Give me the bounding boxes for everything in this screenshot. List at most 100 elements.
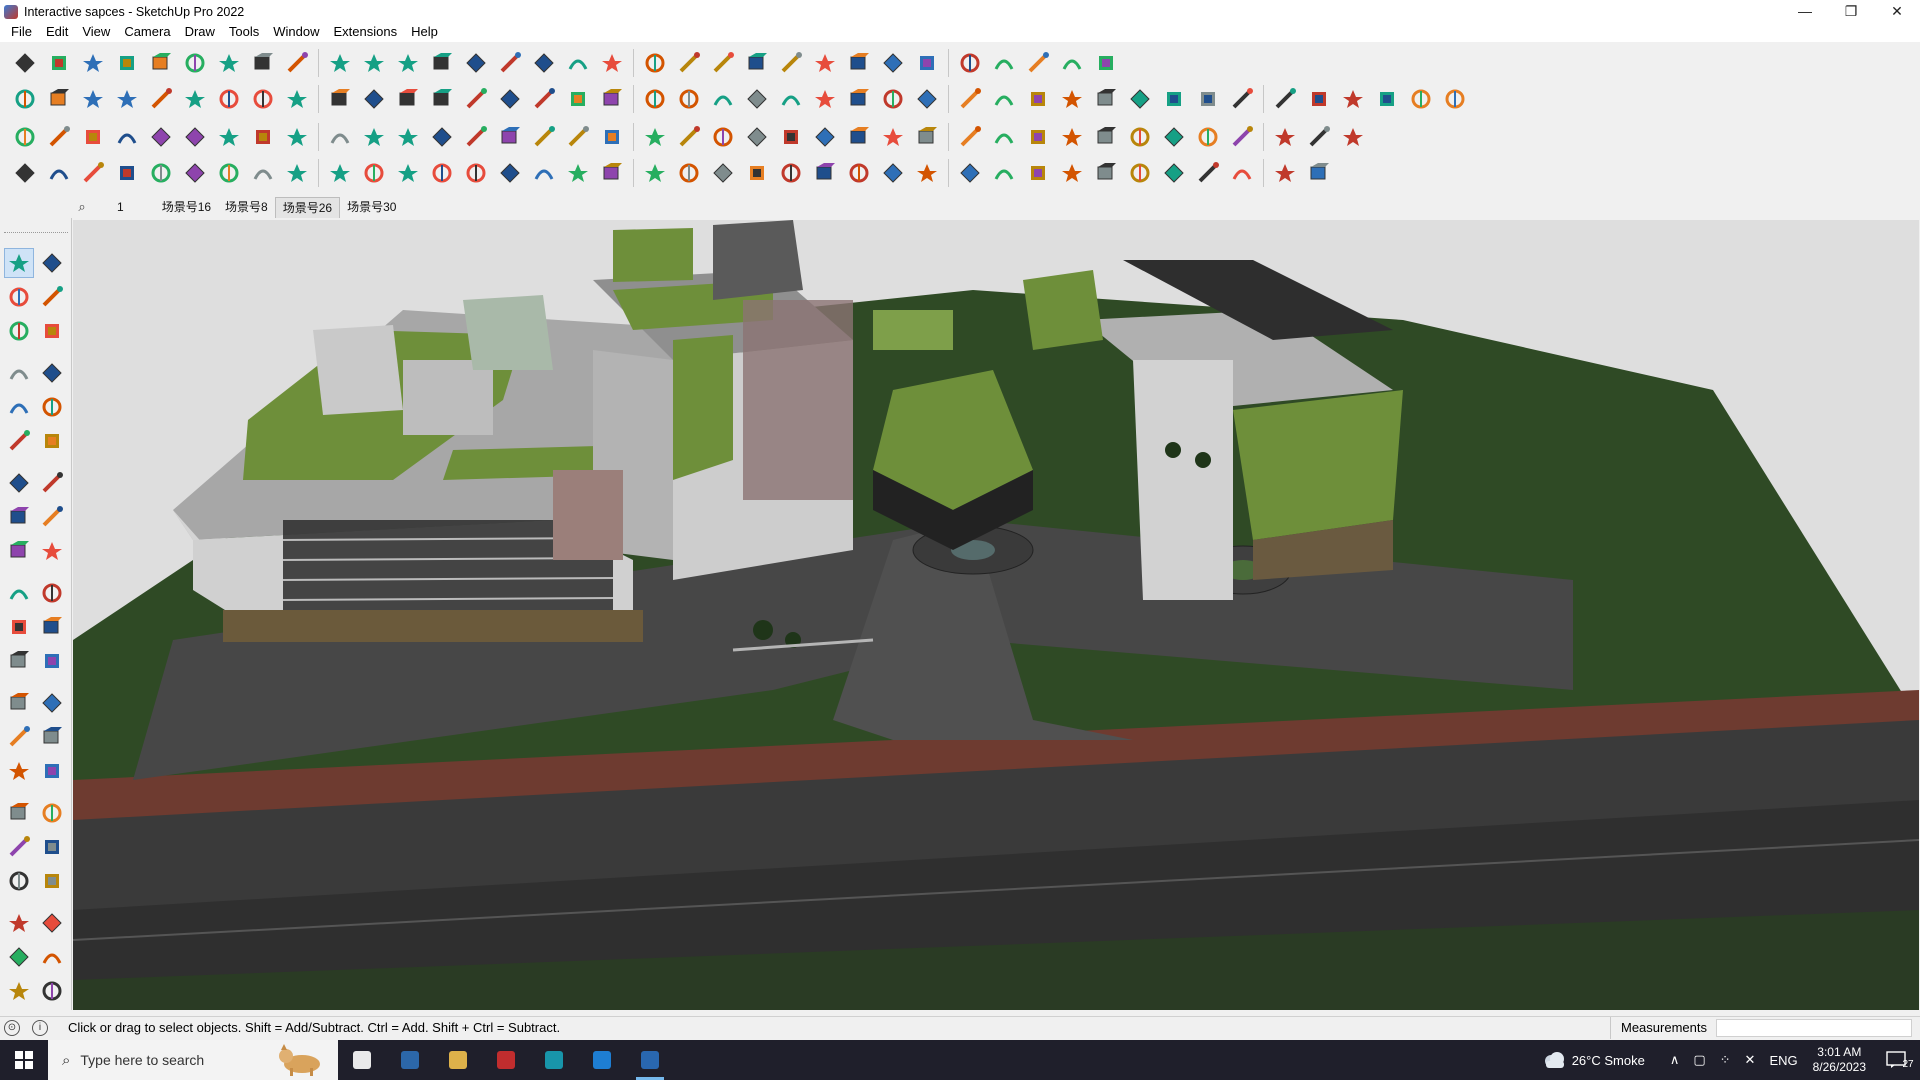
arch-icon[interactable] bbox=[495, 158, 525, 188]
leaf2-icon[interactable] bbox=[674, 158, 704, 188]
zoom-window-icon[interactable] bbox=[563, 48, 593, 78]
component-icon[interactable] bbox=[742, 48, 772, 78]
sphere-icon[interactable] bbox=[78, 84, 108, 114]
3d-text-icon[interactable] bbox=[37, 722, 67, 752]
weather-widget[interactable]: 26°C Smoke bbox=[1542, 1051, 1645, 1069]
curve2-icon[interactable] bbox=[461, 122, 491, 152]
menu-file[interactable]: File bbox=[4, 22, 39, 42]
crosshair-icon[interactable] bbox=[810, 122, 840, 152]
stairs2-icon[interactable] bbox=[742, 158, 772, 188]
cross-green-icon[interactable] bbox=[529, 122, 559, 152]
cylinder-icon[interactable] bbox=[44, 84, 74, 114]
ring-icon[interactable] bbox=[112, 158, 142, 188]
import-icon[interactable] bbox=[810, 48, 840, 78]
bend-icon[interactable] bbox=[214, 158, 244, 188]
pan-icon[interactable] bbox=[529, 48, 559, 78]
ruler-icon[interactable] bbox=[776, 84, 806, 114]
stairs4-icon[interactable] bbox=[844, 158, 874, 188]
door-icon[interactable] bbox=[495, 84, 525, 114]
tape-measure-icon[interactable] bbox=[4, 646, 34, 676]
mirror-icon[interactable] bbox=[989, 48, 1019, 78]
stairs3-icon[interactable] bbox=[810, 158, 840, 188]
window-icon[interactable] bbox=[461, 84, 491, 114]
box-icon[interactable] bbox=[10, 84, 40, 114]
pan-icon[interactable] bbox=[37, 756, 67, 786]
beam-icon[interactable] bbox=[461, 158, 491, 188]
corner-icon[interactable] bbox=[427, 122, 457, 152]
sandbox-icon[interactable] bbox=[4, 976, 34, 1006]
shape2-icon[interactable] bbox=[844, 84, 874, 114]
menu-window[interactable]: Window bbox=[266, 22, 326, 42]
close-button[interactable]: ✕ bbox=[1874, 0, 1920, 22]
three-point-arc-icon[interactable] bbox=[37, 502, 67, 532]
plane-blue2-icon[interactable] bbox=[44, 122, 74, 152]
cup-icon[interactable] bbox=[1372, 84, 1402, 114]
house3-icon[interactable] bbox=[640, 84, 670, 114]
leaf-icon[interactable] bbox=[742, 84, 772, 114]
section-plane-icon[interactable] bbox=[37, 908, 67, 938]
notification-button[interactable]: 27 bbox=[1880, 1051, 1920, 1070]
axes-icon[interactable] bbox=[4, 722, 34, 752]
plant-icon[interactable] bbox=[708, 158, 738, 188]
select-arrow-icon[interactable] bbox=[4, 248, 34, 278]
polygon-icon[interactable] bbox=[37, 426, 67, 456]
start-button[interactable] bbox=[0, 1040, 48, 1080]
path-icon[interactable] bbox=[10, 158, 40, 188]
eraser-icon[interactable] bbox=[78, 48, 108, 78]
plane-yellow-icon[interactable] bbox=[78, 122, 108, 152]
wall-icon[interactable] bbox=[427, 84, 457, 114]
rafter2-icon[interactable] bbox=[359, 158, 389, 188]
glyph4-icon[interactable] bbox=[1023, 122, 1053, 152]
line-icon[interactable] bbox=[393, 158, 423, 188]
menu-camera[interactable]: Camera bbox=[117, 22, 177, 42]
zoom-extents-icon[interactable] bbox=[597, 48, 627, 78]
shape-icon[interactable] bbox=[180, 48, 210, 78]
zoom-window-icon[interactable] bbox=[37, 798, 67, 828]
grid-icon[interactable] bbox=[1270, 84, 1300, 114]
wifi-icon[interactable]: ⁘ bbox=[1720, 1052, 1731, 1068]
ribbon-icon[interactable] bbox=[248, 158, 278, 188]
panel6-icon[interactable] bbox=[1125, 158, 1155, 188]
fence3-icon[interactable] bbox=[597, 158, 627, 188]
roof2-icon[interactable] bbox=[1338, 84, 1368, 114]
hook-icon[interactable] bbox=[708, 122, 738, 152]
cross-blue-icon[interactable] bbox=[563, 122, 593, 152]
zoom-icon[interactable] bbox=[4, 798, 34, 828]
board-icon[interactable] bbox=[1406, 84, 1436, 114]
zoom-icon[interactable] bbox=[10, 48, 40, 78]
dimension-icon[interactable] bbox=[37, 646, 67, 676]
walk-icon[interactable] bbox=[4, 908, 34, 938]
cone-icon[interactable] bbox=[597, 122, 627, 152]
measurements-input[interactable] bbox=[1716, 1019, 1912, 1037]
scene-tab-active[interactable]: 场景号26 bbox=[274, 196, 341, 218]
position-camera-icon[interactable] bbox=[4, 866, 34, 896]
tag-icon[interactable] bbox=[4, 316, 34, 346]
arrow-left-icon[interactable] bbox=[248, 84, 278, 114]
arrow-down-icon[interactable] bbox=[180, 84, 210, 114]
redo-icon[interactable] bbox=[1057, 48, 1087, 78]
fence2-icon[interactable] bbox=[563, 158, 593, 188]
pie-icon[interactable] bbox=[37, 468, 67, 498]
panel9-icon[interactable] bbox=[1227, 158, 1257, 188]
scale-icon[interactable] bbox=[359, 48, 389, 78]
arrow-right-icon[interactable] bbox=[214, 84, 244, 114]
volume-icon[interactable]: ✕ bbox=[1745, 1052, 1756, 1068]
shape1-icon[interactable] bbox=[810, 84, 840, 114]
scene-tab[interactable]: 场景号16 bbox=[155, 197, 218, 217]
minimize-button[interactable]: — bbox=[1782, 0, 1828, 22]
chair-icon[interactable] bbox=[359, 122, 389, 152]
panel4-icon[interactable] bbox=[1057, 158, 1087, 188]
shape9-icon[interactable] bbox=[1091, 84, 1121, 114]
slab-icon[interactable] bbox=[1440, 84, 1470, 114]
scene-tab[interactable]: 场景号30 bbox=[340, 197, 403, 217]
arc-icon[interactable] bbox=[1304, 122, 1334, 152]
previous-view-icon[interactable] bbox=[37, 832, 67, 862]
toolbar-grip[interactable] bbox=[4, 232, 68, 235]
axis-icon[interactable] bbox=[955, 48, 985, 78]
panel11-icon[interactable] bbox=[1304, 158, 1334, 188]
shape7-icon[interactable] bbox=[1023, 84, 1053, 114]
tree-icon[interactable] bbox=[640, 122, 670, 152]
rotated-rect-icon[interactable] bbox=[37, 392, 67, 422]
spiral-icon[interactable] bbox=[776, 122, 806, 152]
menu-help[interactable]: Help bbox=[404, 22, 445, 42]
